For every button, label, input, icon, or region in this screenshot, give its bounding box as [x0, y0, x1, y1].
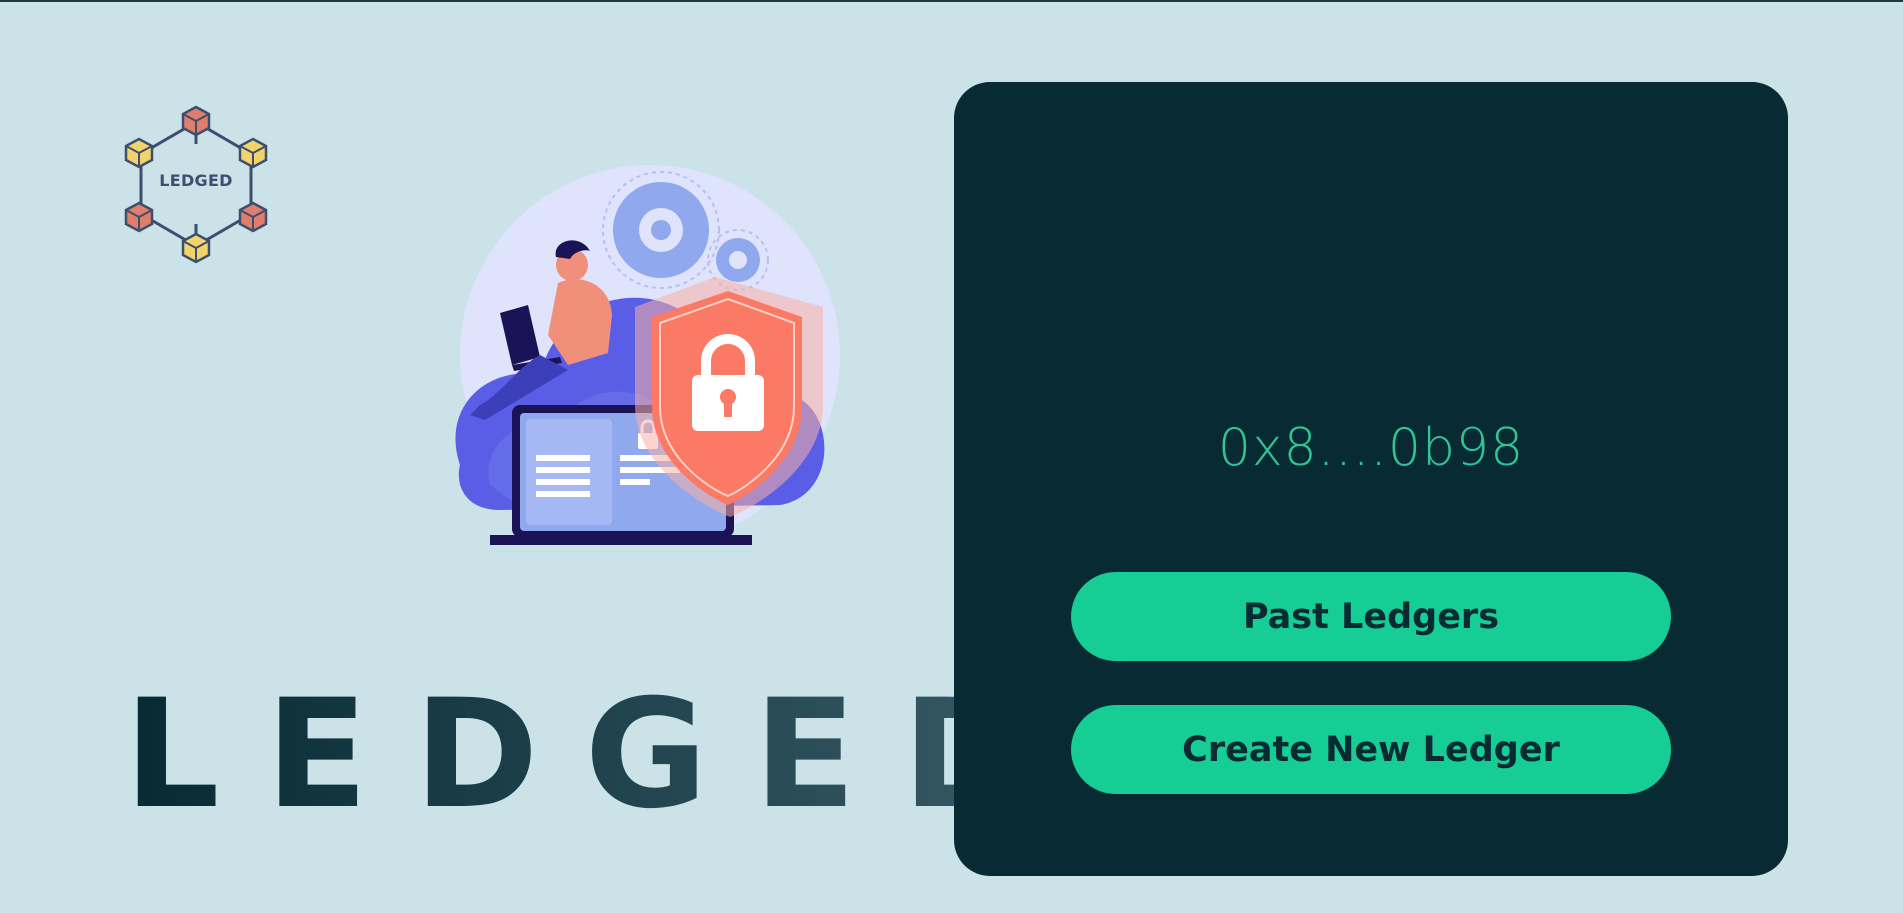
logo-text: LEDGED — [159, 171, 233, 190]
hero-illustration — [440, 165, 850, 560]
wallet-address: 0x8....0b98 — [1217, 418, 1525, 478]
past-ledgers-button[interactable]: Past Ledgers — [1071, 572, 1671, 661]
brand-title: LEDGED — [124, 668, 1073, 842]
ledged-logo: LEDGED — [124, 104, 268, 264]
create-new-ledger-button[interactable]: Create New Ledger — [1071, 705, 1671, 794]
cloud-security-illustration-icon — [455, 165, 840, 545]
top-border — [0, 0, 1903, 2]
ledger-panel: 0x8....0b98 Past Ledgers Create New Ledg… — [954, 82, 1788, 876]
